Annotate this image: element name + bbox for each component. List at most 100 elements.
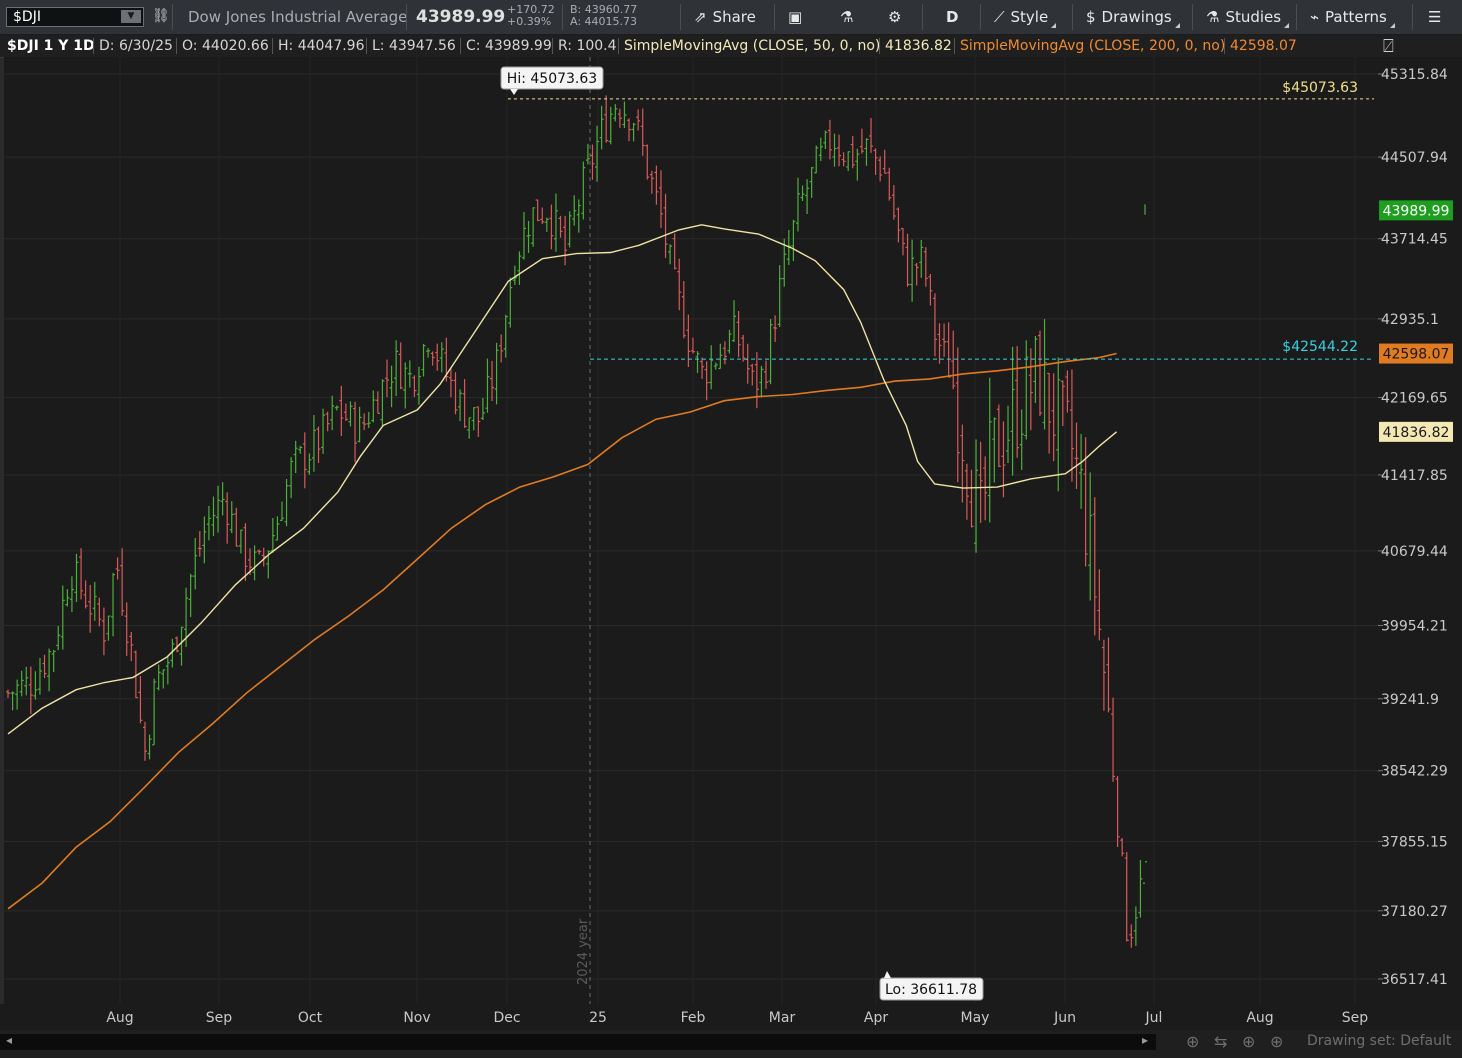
price-tick-label: 39954.21 [1381, 618, 1448, 634]
ohlc-bar [225, 492, 230, 544]
ohlc-bar [92, 581, 97, 621]
ohlc-bar [1019, 409, 1024, 471]
ohlc-bar [1124, 851, 1129, 942]
ohlc-bar [385, 359, 389, 398]
scroll-right-icon[interactable]: ▸ [1142, 1033, 1148, 1047]
ohlc-bar [951, 330, 956, 390]
ohlc-bar [827, 119, 832, 160]
ohlc-bar [1069, 369, 1074, 482]
ohlc-bar [348, 401, 353, 427]
ohlc-bar [764, 360, 768, 389]
ohlc-bar [229, 501, 234, 534]
low-callout-label: Lo: 36611.78 [885, 982, 977, 998]
time-tick-label: Sep [206, 1010, 233, 1026]
ohlc-bar [289, 457, 294, 499]
ohlc-bar [526, 220, 531, 253]
ohlc-bar [142, 721, 147, 761]
ohlc-bar [490, 360, 495, 402]
ohlc-bar [1115, 776, 1120, 848]
ohlc-bar [353, 401, 358, 463]
ohlc-bar [891, 185, 896, 220]
ohlc-bar [101, 607, 106, 656]
crosshair-icon[interactable]: ⊕ [1242, 1032, 1255, 1051]
ohlc-bar [1010, 346, 1015, 476]
ohlc-bar [732, 300, 737, 342]
pan-icon[interactable]: ⊕ [1270, 1032, 1283, 1051]
ohlc-bar [905, 233, 910, 287]
ohlc-bar [622, 101, 627, 128]
ohlc-bar [544, 217, 549, 232]
time-tick-label: Nov [403, 1010, 430, 1026]
ohlc-bar [704, 361, 709, 401]
ohlc-bar [371, 390, 376, 423]
price-chart: 45315.84 44507.94 43714.45 42935.1 42169.65 4… [4, 57, 1453, 1026]
ohlc-bar [83, 580, 88, 609]
zoom-fit-icon[interactable]: ⇆ [1214, 1032, 1227, 1051]
ohlc-bar [531, 207, 536, 247]
ohlc-bar [599, 105, 604, 150]
price-tick-label: 37855.15 [1381, 834, 1448, 850]
ohlc-bar [640, 108, 645, 156]
ohlc-bar [677, 258, 682, 311]
ohlc-bar [791, 219, 796, 262]
ohlc-bar [56, 626, 61, 651]
ohlc-bar [293, 440, 298, 474]
time-tick-label: Aug [1246, 1010, 1273, 1026]
ohlc-bar [768, 318, 773, 385]
price-tick-label: 37180.27 [1381, 904, 1448, 920]
ohlc-bar [380, 379, 385, 426]
ohlc-bar [494, 342, 499, 405]
ohlc-bar [234, 507, 239, 547]
ohlc-bar [156, 664, 161, 691]
horizontal-scrollbar[interactable] [0, 1034, 1156, 1050]
ohlc-bar [1079, 433, 1084, 509]
ohlc-bar [1074, 422, 1079, 489]
ohlc-bar [960, 424, 965, 503]
ohlc-bar [631, 122, 636, 142]
ohlc-bar [220, 482, 225, 516]
ohlc-bar [604, 95, 609, 143]
ohlc-bar [147, 734, 152, 760]
ohlc-bar [462, 379, 467, 428]
ohlc-bar [1106, 637, 1111, 713]
ohlc-bar [540, 207, 545, 225]
ohlc-bar [727, 329, 732, 354]
ohlc-bar [1037, 330, 1042, 416]
ohlc-bar [563, 215, 568, 266]
ohlc-bar [421, 343, 426, 377]
ohlc-bar [900, 227, 905, 256]
ohlc-bar [1101, 639, 1106, 711]
ohlc-bar [15, 679, 20, 710]
ohlc-bar [928, 274, 933, 306]
sma200-line [7, 352, 1117, 910]
price-level-label: $42544.22 [1282, 339, 1358, 355]
ohlc-bar [51, 649, 56, 673]
ohlc-bar [1111, 697, 1116, 782]
ohlc-bar [366, 411, 371, 429]
ohlc-bar [448, 368, 453, 398]
ohlc-bar [362, 413, 367, 431]
ohlc-bar [257, 549, 262, 555]
ohlc-bar [795, 177, 800, 232]
ohlc-bar [458, 389, 463, 422]
ohlc-bar [645, 144, 650, 180]
ohlc-bar [581, 161, 586, 220]
high-callout-pointer [510, 89, 518, 95]
scroll-left-icon[interactable]: ◂ [6, 1033, 12, 1047]
ohlc-bar [608, 106, 613, 145]
ohlc-bar [453, 372, 458, 415]
ohlc-bar [741, 334, 746, 362]
ohlc-bar [74, 553, 79, 602]
last-price-tag: 43989.99 [1383, 203, 1450, 219]
time-tick-label: 25 [589, 1010, 607, 1026]
ohlc-bar [745, 343, 750, 384]
ohlc-bar [1006, 405, 1011, 464]
ohlc-bar [124, 602, 129, 656]
ohlc-bar [864, 138, 869, 166]
zoom-in-icon[interactable]: ⊕ [1186, 1032, 1199, 1051]
ohlc-bar [42, 654, 47, 679]
year-separator-label: 2024 year [576, 918, 591, 985]
ohlc-bar [439, 342, 444, 373]
ohlc-bar [398, 342, 403, 390]
ohlc-bar [275, 516, 280, 541]
